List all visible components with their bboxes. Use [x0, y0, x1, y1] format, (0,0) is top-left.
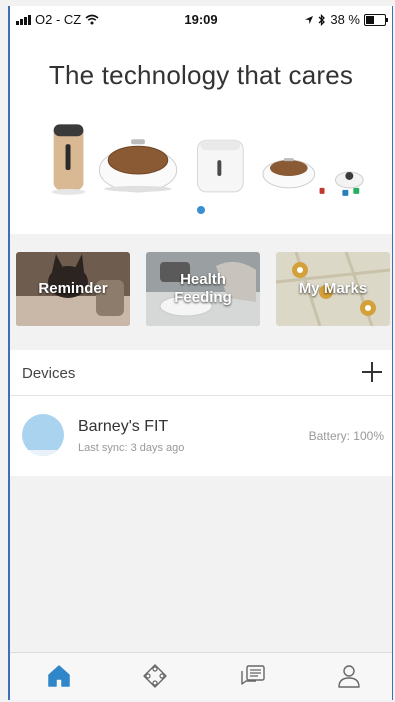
devices-diamond-icon — [143, 664, 167, 688]
device-avatar — [22, 414, 64, 456]
chat-icon — [241, 665, 265, 685]
reminder-card[interactable]: Reminder — [16, 252, 130, 326]
carousel-dots — [10, 206, 392, 214]
my-marks-label: My Marks — [298, 280, 368, 297]
battery-icon — [364, 13, 388, 26]
bluetooth-icon — [318, 13, 326, 26]
tab-profile[interactable] — [336, 663, 362, 689]
profile-icon — [338, 665, 360, 688]
hero-banner[interactable]: The technology that cares — [10, 30, 392, 234]
device-row[interactable]: Barney's FIT Last sync: 3 days ago Batte… — [10, 396, 392, 476]
tab-home[interactable] — [46, 663, 72, 689]
carousel-dot-active[interactable] — [197, 206, 205, 214]
feature-cards: Reminder Health Feeding My Marks — [10, 246, 392, 342]
tab-bar — [10, 652, 392, 700]
home-icon — [48, 665, 70, 687]
tab-messages[interactable] — [240, 663, 266, 689]
app-frame: O2 - CZ 19:09 38 % The technology that c… — [8, 6, 393, 700]
health-feeding-label: Health Feeding — [174, 271, 232, 306]
status-bar: O2 - CZ 19:09 38 % — [10, 6, 392, 30]
location-arrow-icon — [305, 15, 314, 24]
add-device-button[interactable] — [360, 360, 384, 384]
battery-percent: 38 % — [330, 12, 360, 27]
hero-title: The technology that cares — [48, 60, 354, 90]
device-battery: Battery: 100% — [308, 429, 384, 443]
devices-title: Devices — [22, 365, 76, 382]
device-last-sync: Last sync: 3 days ago — [78, 442, 185, 454]
device-name: Barney's FIT — [78, 418, 169, 435]
my-marks-card[interactable]: My Marks — [276, 252, 390, 326]
health-feeding-card[interactable]: Health Feeding — [146, 252, 260, 326]
devices-header: Devices — [10, 350, 392, 396]
reminder-label: Reminder — [38, 280, 108, 297]
tab-devices[interactable] — [142, 663, 168, 689]
